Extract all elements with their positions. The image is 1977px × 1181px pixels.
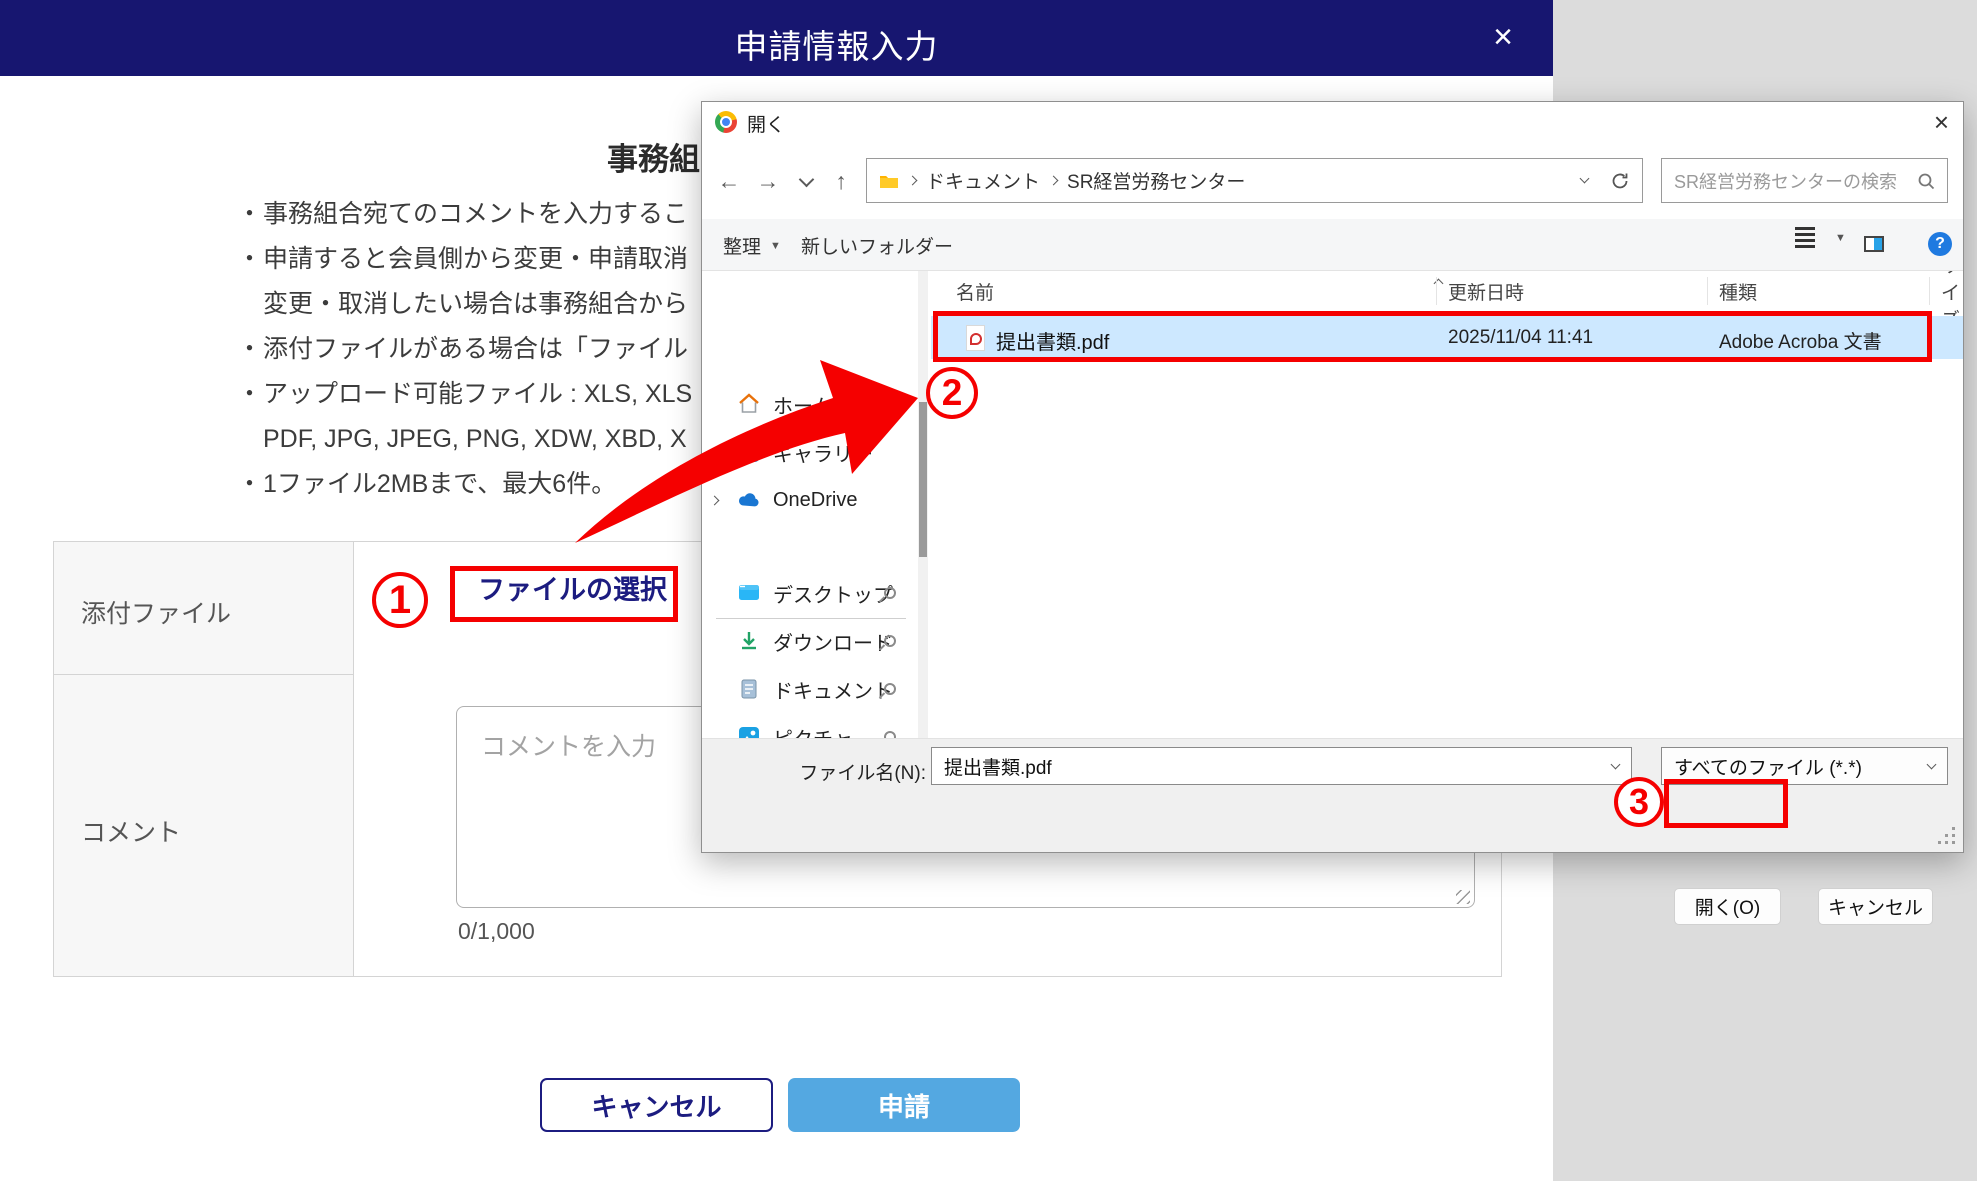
search-input[interactable]: SR経営労務センターの検索 [1661, 158, 1948, 203]
file-list: 名前 更新日時 種類 サイズ 提出書類.pdf 2025/11/04 11:41… [931, 271, 1963, 738]
list-view-icon [1795, 233, 1815, 236]
open-file-dialog: 開く × ← → ↑ ドキュメント SR経営労務センター [701, 101, 1964, 853]
file-modified: 2025/11/04 11:41 [1448, 327, 1593, 349]
sidebar-item-gallery[interactable]: ギャラリー [702, 430, 916, 474]
column-header-type[interactable]: 種類 [1719, 273, 1757, 309]
dialog-title: 開く [747, 110, 785, 137]
chrome-icon [715, 111, 737, 133]
sidebar-item-documents[interactable]: ドキュメント [702, 667, 916, 711]
cloud-icon [738, 489, 760, 511]
column-header-name[interactable]: 名前 [956, 273, 994, 309]
modal-submit-button[interactable]: 申請 [788, 1078, 1020, 1132]
document-icon [738, 678, 760, 700]
sidebar-item-onedrive[interactable]: OneDrive [702, 478, 916, 522]
up-button[interactable]: ↑ [824, 164, 858, 198]
dropdown-icon: ▼ [770, 240, 781, 252]
comment-label: コメント [81, 813, 181, 849]
sidebar-item-downloads[interactable]: ダウンロード [702, 619, 916, 663]
filename-input[interactable]: 提出書類.pdf [931, 747, 1632, 785]
folder-icon [879, 173, 899, 189]
pin-icon [884, 731, 896, 738]
attach-label: 添付ファイル [81, 594, 231, 630]
open-button[interactable]: 開く(O) [1674, 888, 1781, 925]
file-row-selected[interactable]: 提出書類.pdf 2025/11/04 11:41 Adobe Acroba 文… [931, 316, 1963, 359]
help-button[interactable]: ? [1928, 232, 1952, 256]
column-header-size[interactable]: サイズ [1941, 273, 1963, 309]
instruction-line: PDF, JPG, JPEG, PNG, XDW, XBD, X [237, 417, 692, 462]
instruction-line: 変更・取消したい場合は事務組合から [237, 282, 692, 327]
file-select-button[interactable]: ファイルの選択 [478, 568, 667, 607]
desktop-icon [738, 582, 760, 604]
gallery-icon [738, 441, 760, 463]
search-placeholder: SR経営労務センターの検索 [1674, 168, 1917, 194]
pin-icon [884, 587, 896, 599]
back-button[interactable]: ← [712, 164, 746, 198]
sidebar-item-pictures[interactable]: ピクチャ [702, 715, 916, 738]
expand-chevron-icon[interactable] [710, 495, 720, 505]
breadcrumb-documents[interactable]: ドキュメント [926, 167, 1040, 194]
refresh-icon[interactable] [1610, 171, 1630, 191]
dialog-toolbar: 整理 ▼ 新しいフォルダー ▼ ? [702, 219, 1963, 271]
pin-icon [884, 683, 896, 695]
dialog-resize-grip[interactable] [1952, 841, 1955, 844]
search-icon [1917, 172, 1935, 190]
preview-pane-icon [1864, 236, 1884, 252]
address-row: ← → ↑ ドキュメント SR経営労務センター [702, 142, 1963, 219]
comment-label-cell: コメント [54, 675, 354, 976]
modal-cancel-button[interactable]: キャンセル [540, 1078, 773, 1132]
filetype-select[interactable]: すべてのファイル (*.*) [1661, 747, 1948, 785]
dialog-close-icon[interactable]: × [1934, 107, 1949, 138]
dialog-main: ホーム ギャラリー OneDrive [702, 271, 1963, 738]
dialog-titlebar[interactable]: 開く × [702, 102, 1963, 143]
char-counter: 0/1,000 [458, 918, 535, 945]
sidebar-item-home[interactable]: ホーム [702, 382, 916, 426]
textarea-resize-handle[interactable] [1456, 890, 1470, 904]
home-icon [738, 393, 760, 415]
page-title: 事務組 [607, 134, 700, 179]
modal-header: 申請情報入力 × [0, 0, 1553, 76]
instruction-line: ・1ファイル2MBまで、最大6件。 [237, 462, 692, 507]
view-dropdown-icon[interactable]: ▼ [1835, 232, 1846, 244]
close-icon[interactable]: × [1493, 18, 1513, 56]
breadcrumb-chevron-icon [908, 176, 918, 186]
attach-label-cell: 添付ファイル [54, 542, 354, 675]
organize-menu[interactable]: 整理 ▼ [723, 232, 781, 259]
scrollbar-thumb[interactable] [919, 402, 927, 557]
instruction-line: ・申請すると会員側から変更・申請取消 [237, 237, 692, 282]
column-header-modified[interactable]: 更新日時 [1448, 273, 1524, 309]
history-dropdown-icon[interactable] [789, 164, 823, 198]
pictures-icon [738, 726, 760, 738]
filename-label: ファイル名(N): [702, 758, 926, 785]
new-folder-button[interactable]: 新しいフォルダー [801, 232, 953, 259]
breadcrumb-current-folder[interactable]: SR経営労務センター [1067, 167, 1245, 194]
preview-pane-button[interactable] [1864, 236, 1884, 252]
address-bar[interactable]: ドキュメント SR経営労務センター [866, 158, 1643, 203]
pin-icon [884, 635, 896, 647]
file-type: Adobe Acroba 文書 [1719, 327, 1882, 354]
screen: 申請情報入力 × 事務組 ・事務組合宛てのコメントを入力するこ ・申請すると会員… [0, 0, 1977, 1181]
breadcrumb-chevron-icon [1049, 176, 1059, 186]
sidebar-scrollbar[interactable] [918, 271, 928, 738]
instruction-list: ・事務組合宛てのコメントを入力するこ ・申請すると会員側から変更・申請取消 変更… [237, 192, 692, 507]
forward-button[interactable]: → [751, 164, 785, 198]
sidebar-item-desktop[interactable]: デスクトップ [702, 571, 916, 615]
instruction-line: ・アップロード可能ファイル : XLS, XLS [237, 372, 692, 417]
instruction-line: ・添付ファイルがある場合は「ファイル [237, 327, 692, 372]
file-name: 提出書類.pdf [996, 326, 1109, 355]
view-mode-button[interactable] [1795, 225, 1815, 236]
dialog-footer: ファイル名(N): 提出書類.pdf すべてのファイル (*.*) 開く(O) … [702, 738, 1963, 852]
filename-dropdown-icon[interactable] [1611, 759, 1621, 769]
pdf-file-icon [966, 325, 985, 351]
filetype-dropdown-icon[interactable] [1927, 759, 1937, 769]
navigation-pane: ホーム ギャラリー OneDrive [702, 271, 916, 738]
modal-title: 申請情報入力 [0, 20, 1553, 68]
download-icon [738, 630, 760, 652]
instruction-line: ・事務組合宛てのコメントを入力するこ [237, 192, 692, 237]
dialog-cancel-button[interactable]: キャンセル [1818, 888, 1933, 925]
address-dropdown-icon[interactable] [1580, 174, 1590, 184]
